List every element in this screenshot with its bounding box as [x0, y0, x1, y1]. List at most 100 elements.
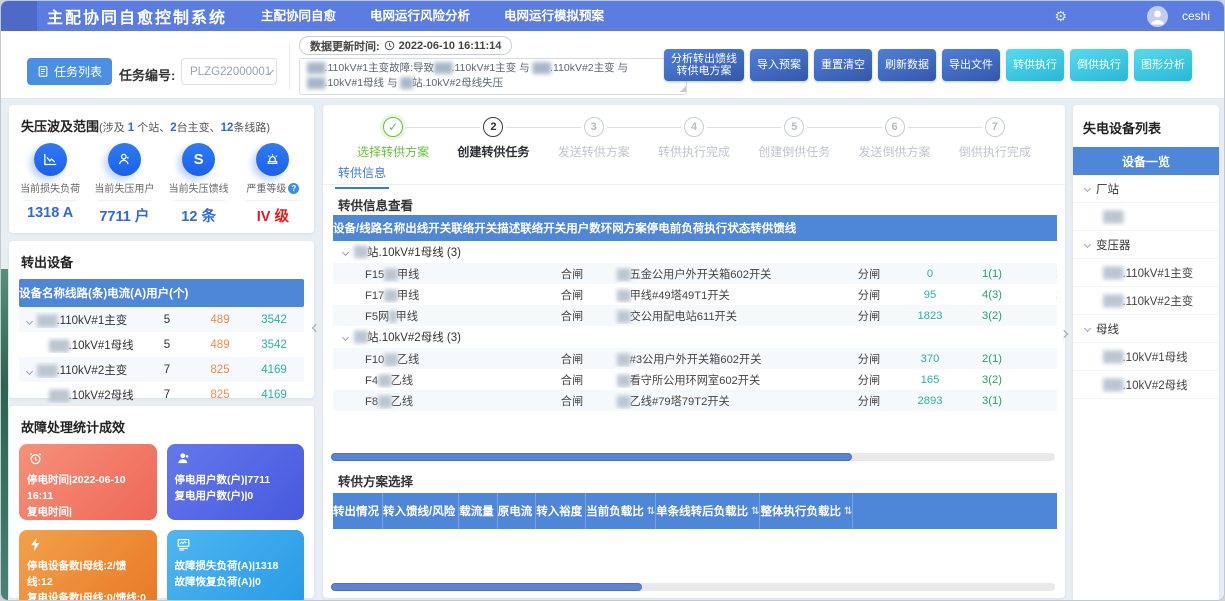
stepper-label: 倒供执行完成 — [945, 143, 1045, 160]
stepper-circle: 2 — [483, 117, 503, 137]
horizontal-scrollbar — [331, 453, 1055, 461]
stepper-step[interactable]: 2 创建转供任务 — [443, 117, 543, 160]
sortable-column-header[interactable]: 转入裕度 — [536, 493, 586, 529]
sort-icon[interactable]: ⇅ — [844, 506, 852, 517]
table-row[interactable]: F17██甲线 合闸 ██甲线#49塔49T1开关 分闸 95 4(3) 171… — [333, 284, 1057, 305]
column-header: 联络开关 — [520, 220, 566, 236]
table-row[interactable]: F10██乙线 合闸 ██#3公用户外开关箱602开关 分闸 370 2(1) … — [333, 348, 1057, 369]
sort-icon[interactable]: ⇅ — [647, 506, 655, 517]
sort-icon[interactable]: ⇅ — [751, 506, 759, 517]
toolbar-action-button[interactable]: 分析转出馈线 转供电方案 — [664, 49, 744, 81]
group-row[interactable]: ██ 站.10kV#2母线 (3) — [333, 326, 1057, 348]
expand-chevron-icon[interactable] — [26, 317, 33, 324]
table-row[interactable]: F4██乙线 合闸 ██看守所公用环网室602开关 分闸 165 3(2) 33… — [333, 369, 1057, 390]
expand-chevron-icon[interactable] — [1084, 185, 1091, 192]
sortable-column-header[interactable]: 转出情况 — [333, 493, 383, 529]
stepper-circle: 5 — [784, 117, 804, 137]
tie-switch-state: 分闸 — [836, 308, 902, 324]
gear-icon[interactable]: ⚙ — [1054, 8, 1067, 25]
scrollbar-thumb[interactable] — [331, 583, 642, 591]
toolbar-action-button[interactable]: 重置清空 — [814, 49, 872, 81]
expand-chevron-icon[interactable] — [26, 367, 33, 374]
tab-transfer-info[interactable]: 转供信息 — [335, 159, 389, 189]
plan-table-title: 转供方案选择 — [338, 471, 413, 490]
avatar[interactable] — [1147, 6, 1168, 27]
tree-item[interactable]: ███ — [1073, 203, 1219, 231]
tie-switch-description: 交公用配电站611开关 — [630, 311, 737, 323]
toolbar-action-button[interactable]: 图形分析 — [1134, 49, 1192, 81]
outage-users-line: 停电用户数(户)|7711 — [175, 472, 297, 488]
tie-switch-state: 分闸 — [836, 372, 902, 388]
column-header: 出线开关 — [405, 220, 451, 236]
column-header: 环网方案 — [601, 220, 647, 236]
username[interactable]: ceshi — [1182, 9, 1210, 23]
stepper-circle: 7 — [985, 117, 1005, 137]
sortable-column-header[interactable]: 单条线转后负载比⇅ — [656, 493, 760, 529]
sortable-column-header[interactable]: 转入馈线/风险 — [383, 493, 459, 529]
expand-chevron-icon[interactable] — [342, 248, 349, 255]
task-no-select[interactable]: PLZG22000001 — [181, 58, 277, 85]
user-icon — [108, 143, 141, 176]
nav-item[interactable]: 主配协同自愈 — [261, 1, 336, 31]
expand-chevron-icon[interactable] — [1084, 325, 1091, 332]
table-row[interactable]: F5网█甲线 合闸 ██交公用配电站611开关 分闸 1823 3(2) 37 … — [333, 305, 1057, 326]
table-row[interactable]: F15██甲线 合闸 ██五金公用户外开关箱602开关 分闸 0 1(1) 17… — [333, 263, 1057, 284]
sortable-column-header[interactable]: 载流量 — [459, 493, 498, 529]
help-icon[interactable]: ? — [288, 183, 299, 194]
stepper-step[interactable]: 3 发送转供方案 — [544, 117, 644, 160]
stepper-circle — [383, 117, 403, 137]
toolbar-action-button[interactable]: 倒供执行 — [1070, 49, 1128, 81]
fault-description-segment: ███ — [533, 63, 551, 74]
table-row[interactable]: F8██乙线 合闸 ██乙线#79塔79T2开关 分闸 2893 3(1) 97… — [333, 390, 1057, 411]
stepper-step[interactable]: 4 转供执行完成 — [644, 117, 744, 160]
expand-chevron-icon[interactable] — [1084, 241, 1091, 248]
pre-outage-load: 171 — [1026, 289, 1057, 301]
group-row[interactable]: ██ 站.10kV#1母线 (3) — [333, 241, 1057, 263]
outgoing-switch-state: 合闸 — [533, 372, 611, 388]
data-update-badge: 数据更新时间: 2022-06-10 16:11:14 — [299, 36, 512, 55]
table-row[interactable]: ███.110kV#1主变 5 489 3542 — [19, 307, 304, 332]
nav-item[interactable]: 电网运行风险分析 — [370, 1, 470, 31]
outage-devices-card: 停电设备数|母线:2/馈线:12 复电设备数|母线:0/馈线:0 — [19, 530, 157, 601]
tree-item[interactable]: ███ .110kV#2主变 — [1073, 287, 1219, 315]
table-row[interactable]: ███.110kV#2主变 7 825 4169 — [19, 357, 304, 382]
toolbar-action-button[interactable]: 导出文件 — [942, 49, 1000, 81]
tree-item-label: 变压器 — [1096, 237, 1131, 253]
tree-item[interactable]: ███ .10kV#2母线 — [1073, 371, 1219, 399]
column-header: 联络开关描述 — [451, 220, 520, 236]
impact-subtitle-segment: (涉及 — [99, 122, 128, 134]
task-list-button[interactable]: 任务列表 — [27, 58, 112, 85]
fault-description-input[interactable]: ███.110kV#1主变故障:导致███.110kV#1主变 与 ███.11… — [299, 58, 687, 95]
transfer-out-panel: 转出设备 设备名称线路(条)电流(A)用户(个) ███.110kV#1主变 5… — [9, 241, 314, 398]
stepper-label: 创建倒供任务 — [744, 143, 844, 160]
scrollbar-thumb[interactable] — [331, 453, 852, 461]
tree-item[interactable]: 厂站 — [1073, 175, 1219, 203]
toolbar-action-button[interactable]: 刷新数据 — [878, 49, 936, 81]
stepper-step[interactable]: 6 发送倒供方案 — [844, 117, 944, 160]
stepper-connector — [506, 127, 580, 128]
toolbar-action-button[interactable]: 导入预案 — [750, 49, 808, 81]
tree-item[interactable]: ███ .10kV#1母线 — [1073, 343, 1219, 371]
alarm-clock-icon — [27, 450, 149, 472]
table-row[interactable]: ███.10kV#1母线 5 489 3542 — [19, 332, 304, 357]
tree-item[interactable]: 变压器 — [1073, 231, 1219, 259]
stepper-step[interactable]: 选择转供方案 — [343, 117, 443, 160]
expand-chevron-icon[interactable] — [342, 333, 349, 340]
stepper-step[interactable]: 5 创建倒供任务 — [744, 117, 844, 160]
tree-item[interactable]: 母线 — [1073, 315, 1219, 343]
table-row[interactable]: ███.10kV#2母线 7 825 4169 — [19, 382, 304, 407]
info-table-header-row: 设备/线路名称出线开关联络开关描述联络开关用户数环网方案停电前负荷执行状态转供馈… — [333, 215, 1057, 241]
transfer-out-table: 设备名称线路(条)电流(A)用户(个) ███.110kV#1主变 5 489 … — [19, 279, 304, 407]
alarm-lamp-icon — [256, 143, 289, 176]
outage-time-line: 停电时间|2022-06-10 16:11 — [27, 472, 149, 504]
nav-item[interactable]: 电网运行模拟预案 — [504, 1, 604, 31]
sortable-column-header[interactable]: 原电流 — [498, 493, 537, 529]
sortable-column-header[interactable]: 整体执行负载比⇅ — [760, 493, 853, 529]
tree-item-label: .10kV#1母线 — [1122, 349, 1187, 365]
toolbar-action-button[interactable]: 转供执行 — [1006, 49, 1064, 81]
sortable-column-header[interactable]: 当前负载比⇅ — [586, 493, 656, 529]
stepper-label: 选择转供方案 — [343, 143, 443, 160]
pre-outage-load: 37 — [1026, 310, 1057, 322]
tree-item[interactable]: ███ .110kV#1主变 — [1073, 259, 1219, 287]
stepper-step[interactable]: 7 倒供执行完成 — [945, 117, 1045, 160]
